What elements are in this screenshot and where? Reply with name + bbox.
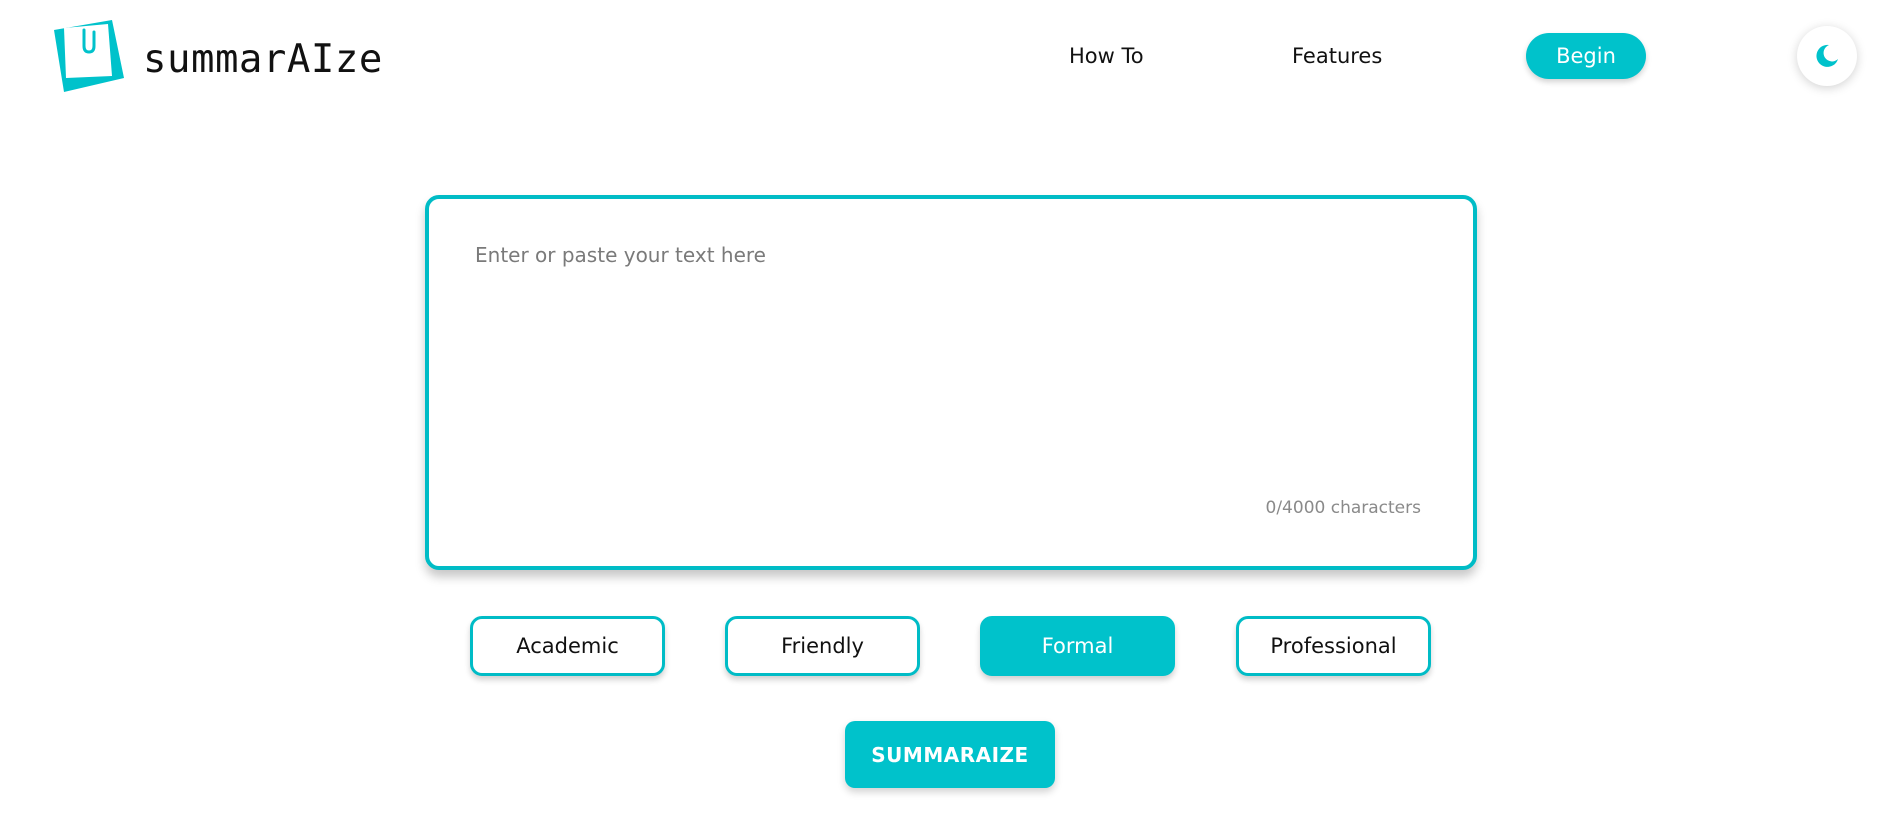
sticky-note-paperclip-icon[interactable]	[50, 20, 124, 92]
summarize-button[interactable]: SUMMARAIZE	[845, 721, 1055, 788]
theme-toggle-button[interactable]	[1797, 26, 1857, 86]
nav-features-link[interactable]: Features	[1292, 40, 1382, 72]
brand-name[interactable]: summarAIze	[143, 30, 383, 90]
begin-button[interactable]: Begin	[1526, 33, 1646, 79]
page: summarAIze How To Features Begin 0/4000 …	[0, 0, 1888, 823]
tone-formal-button[interactable]: Formal	[980, 616, 1175, 676]
tone-professional-button[interactable]: Professional	[1236, 616, 1431, 676]
character-count: 0/4000 characters	[1265, 498, 1421, 518]
tone-friendly-button[interactable]: Friendly	[725, 616, 920, 676]
text-input[interactable]	[475, 243, 1425, 473]
moon-icon	[1816, 44, 1838, 67]
text-input-card: 0/4000 characters	[425, 195, 1477, 570]
nav-how-to-link[interactable]: How To	[1069, 40, 1144, 72]
tone-academic-button[interactable]: Academic	[470, 616, 665, 676]
